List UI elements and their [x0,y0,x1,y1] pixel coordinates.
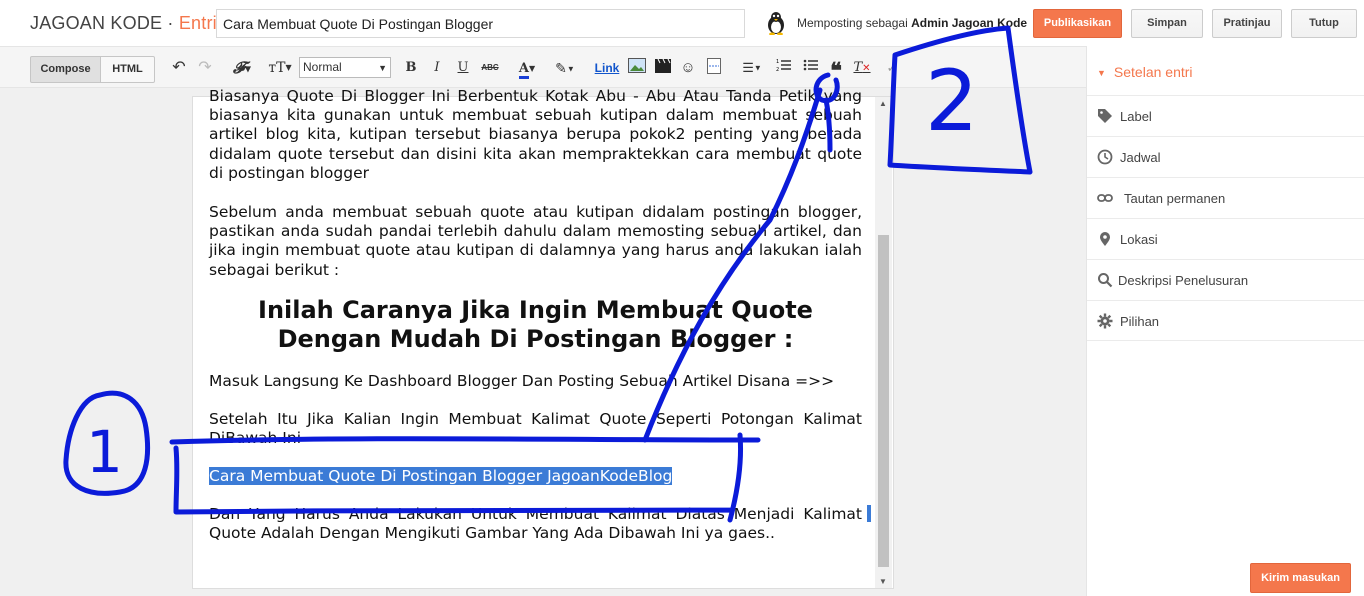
text-cursor [867,505,871,522]
brand-separator: · [162,13,179,33]
sidebar-item-label[interactable]: Label [1087,95,1364,136]
strikethrough-icon[interactable]: ABC [480,58,500,78]
editor-toolbar: Compose HTML ↶ ↷ 𝓕▼ ᴛT▼ Normal ▼ B I U AB… [0,46,1086,88]
bullet-list-icon[interactable] [801,58,821,78]
numbered-list-icon[interactable]: 12 [774,58,794,78]
redo-icon[interactable]: ↷ [196,58,214,78]
posting-as-prefix: Memposting sebagai [797,16,908,30]
settings-title[interactable]: ▼ Setelan entri [1097,64,1193,80]
selected-quote-text[interactable]: Cara Membuat Quote Di Postingan Blogger … [209,467,862,486]
jump-break-icon[interactable] [705,58,723,78]
gear-icon [1097,313,1113,329]
search-icon [1098,273,1113,288]
settings-title-label: Setelan entri [1113,64,1193,80]
brand-section: Entri [178,13,217,33]
insert-video-icon[interactable] [653,58,673,78]
sidebar-item-text: Lokasi [1120,232,1158,247]
insert-image-icon[interactable] [627,58,647,78]
sidebar-item-location[interactable]: Lokasi [1087,218,1364,259]
paragraph-before[interactable]: Sebelum anda membuat sebuah quote atau k… [209,203,862,280]
triangle-down-icon: ▼ [1097,68,1106,79]
sidebar-item-schedule[interactable]: Jadwal [1087,136,1364,177]
undo-icon[interactable]: ↶ [170,58,188,78]
sidebar-item-permalink[interactable]: Tautan permanen [1087,177,1364,218]
quote-icon[interactable]: ❝ [826,58,846,84]
preview-button[interactable]: Pratinjau [1212,9,1282,38]
html-mode-button[interactable]: HTML [100,56,155,83]
format-value: Normal [303,60,342,74]
align-icon[interactable]: ☰▼ [737,58,767,78]
post-title-input[interactable] [216,9,745,38]
emoji-icon[interactable]: ☺ [679,58,697,78]
insert-link-button[interactable]: Link [593,58,621,78]
bold-icon[interactable]: B [403,58,419,78]
compose-mode-button[interactable]: Compose [30,56,101,83]
sidebar-item-text: Tautan permanen [1124,191,1226,206]
paragraph-format-select[interactable]: Normal ▼ [299,57,391,78]
paragraph-intro[interactable]: Biasanya Quote Di Blogger Ini Berbentuk … [209,87,862,183]
sidebar-item-text: Deskripsi Penelusuran [1118,273,1249,288]
posting-as-text: Memposting sebagai Admin Jagoan Kode [797,16,1027,30]
post-heading[interactable]: Inilah Caranya Jika Ingin Membuat Quote … [209,296,862,354]
blogger-post-editor: JAGOAN KODE · Entri Memposting sebagai A… [0,0,1364,596]
sidebar-item-search-description[interactable]: Deskripsi Penelusuran [1087,259,1364,300]
tag-icon [1098,109,1112,123]
paragraph-step-3[interactable]: Dan Yang Harus Anda Lakukan Untuk Membua… [209,505,862,543]
link-icon [1097,194,1113,202]
close-button[interactable]: Tutup [1291,9,1357,38]
svg-text:1: 1 [776,59,779,65]
sidebar-item-text: Jadwal [1120,150,1161,165]
highlight-color-icon[interactable]: ✎▼ [550,58,580,78]
text-selection: Cara Membuat Quote Di Postingan Blogger … [209,467,673,485]
underline-icon[interactable]: U [455,58,471,78]
remove-formatting-icon[interactable]: T✕ [853,58,871,78]
location-pin-icon [1100,232,1110,246]
italic-icon[interactable]: I [429,58,445,78]
publish-button[interactable]: Publikasikan [1033,9,1122,38]
clock-icon [1097,149,1113,165]
send-feedback-button[interactable]: Kirim masukan [1250,563,1351,593]
scrollbar-thumb[interactable] [878,235,889,567]
sidebar-item-text: Pilihan [1120,314,1160,329]
scroll-up-arrow-icon[interactable]: ▲ [879,99,887,108]
paragraph-step-1[interactable]: Masuk Langsung Ke Dashboard Blogger Dan … [209,372,862,391]
brand-title[interactable]: JAGOAN KODE · Entri [30,13,217,34]
text-color-icon[interactable]: A▼ [512,58,542,79]
top-header: JAGOAN KODE · Entri Memposting sebagai A… [0,0,1364,46]
editor-scrollbar[interactable]: ▲ ▼ [875,97,892,588]
spellcheck-icon[interactable]: ✓ [885,58,899,78]
font-size-icon[interactable]: ᴛT▼ [264,58,296,78]
sidebar-item-options[interactable]: Pilihan [1087,300,1364,341]
sidebar-item-text: Label [1120,109,1152,124]
posting-as-user[interactable]: Admin Jagoan Kode [911,16,1027,30]
svg-text:2: 2 [776,67,779,72]
paragraph-step-2[interactable]: Setelah Itu Jika Kalian Ingin Membuat Ka… [209,410,862,448]
font-family-icon[interactable]: 𝓕▼ [228,58,256,78]
brand-name: JAGOAN KODE [30,13,163,33]
scroll-down-arrow-icon[interactable]: ▼ [879,577,887,586]
chevron-down-icon: ▼ [378,63,387,73]
save-button[interactable]: Simpan [1131,9,1203,38]
post-settings-sidebar: ▼ Setelan entri Label Jadwal Tautan perma… [1086,46,1364,596]
penguin-avatar-icon [768,12,784,35]
